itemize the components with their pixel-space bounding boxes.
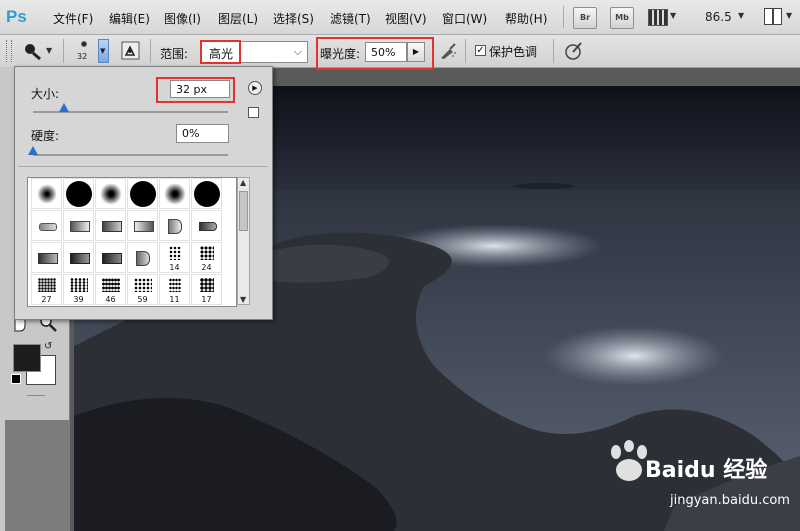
size-input[interactable]: 32 px [170, 80, 230, 98]
app-logo: Ps [6, 7, 27, 26]
brush-preset-tip[interactable] [127, 242, 158, 273]
brush-preset-soft-round[interactable] [95, 178, 126, 209]
hardness-label: 硬度: [31, 129, 60, 143]
foreground-color-swatch[interactable] [13, 344, 41, 372]
toolbox-empty-area [5, 420, 69, 531]
arrange-dropdown-icon[interactable]: ▼ [786, 11, 792, 20]
range-label: 范围: [160, 47, 189, 61]
chevron-down-icon: ⌵ [293, 45, 302, 58]
view-extras-icon[interactable] [648, 9, 668, 26]
brush-preset-hard-round[interactable] [63, 178, 94, 209]
size-slider-knob[interactable] [59, 103, 70, 112]
brush-preset-scatter[interactable]: 24 [191, 242, 222, 273]
menu-help[interactable]: 帮助(H) [505, 10, 547, 27]
watermark-url: jingyan.baidu.com [670, 493, 790, 508]
separator [465, 39, 466, 63]
menu-separator [563, 6, 564, 28]
menu-select[interactable]: 选择(S) [273, 10, 314, 27]
menu-bar: Ps 文件(F) 编辑(E) 图像(I) 图层(L) 选择(S) 滤镜(T) 视… [0, 0, 800, 35]
brush-preset-tip[interactable] [159, 210, 190, 241]
brush-preset-scatter[interactable]: 17 [191, 274, 222, 305]
brush-preset-hard-round[interactable] [127, 178, 158, 209]
tool-preset-dropdown-icon[interactable]: ▼ [46, 46, 52, 55]
zoom-level[interactable]: 86.5 [705, 10, 732, 24]
toolbox-separator [27, 395, 45, 396]
new-preset-icon[interactable] [248, 107, 259, 118]
range-value: 高光 [209, 47, 234, 61]
exposure-input[interactable]: 50% [365, 42, 407, 62]
bridge-button[interactable]: Br [573, 7, 597, 29]
watermark-brand: Baidu 经验 [645, 458, 768, 483]
brush-picker-toggle[interactable]: ▼ [98, 39, 109, 63]
brush-preset-scatter[interactable]: 14 [159, 242, 190, 273]
preset-scrollbar[interactable]: ▲ ▼ [237, 177, 250, 305]
panel-menu-icon[interactable]: ▶ [248, 81, 262, 95]
exposure-label: 曝光度: [320, 47, 361, 61]
exposure-slider-button[interactable]: ▶ [407, 42, 425, 62]
scroll-thumb[interactable] [239, 191, 248, 231]
brush-preset-hard-round[interactable] [191, 178, 222, 209]
protect-tones-label: 保护色调 [489, 45, 538, 59]
scroll-down-icon[interactable]: ▼ [240, 295, 246, 304]
pressure-size-icon[interactable] [563, 40, 585, 62]
brush-preset-tip[interactable] [95, 242, 126, 273]
swap-colors-icon[interactable]: ↺ [44, 341, 52, 352]
brush-preset-scatter[interactable]: 11 [159, 274, 190, 305]
brush-preset-tip[interactable] [63, 242, 94, 273]
brush-preset-tip[interactable] [31, 242, 62, 273]
size-label: 大小: [31, 87, 60, 101]
options-grip [6, 40, 12, 62]
menu-edit[interactable]: 编辑(E) [109, 10, 150, 27]
default-colors-icon[interactable] [11, 374, 21, 384]
hardness-slider-knob[interactable] [28, 146, 38, 155]
brush-preset-tip[interactable] [127, 210, 158, 241]
brush-size-label: 32 [77, 52, 88, 61]
airbrush-icon[interactable] [438, 41, 458, 61]
separator [150, 39, 151, 63]
brush-preset-picker: 大小: 32 px ▶ 硬度: 0% 14 24 27 39 46 59 11 [14, 66, 273, 320]
brush-panel-icon[interactable] [121, 41, 141, 61]
brush-preset-scatter[interactable]: 59 [127, 274, 158, 305]
brush-preset-soft-round[interactable] [31, 178, 62, 209]
zoom-dropdown-icon[interactable]: ▼ [738, 11, 744, 20]
menu-layer[interactable]: 图层(L) [218, 10, 258, 27]
brush-preset-scatter[interactable]: 39 [63, 274, 94, 305]
dodge-tool-icon[interactable] [22, 42, 46, 62]
brush-preset-grid: 14 24 27 39 46 59 11 17 [27, 177, 237, 307]
brush-preset-scatter[interactable]: 46 [95, 274, 126, 305]
brush-preset-tip[interactable] [191, 210, 222, 241]
menu-image[interactable]: 图像(I) [164, 10, 201, 27]
dropdown-arrow-icon[interactable]: ▼ [670, 11, 676, 20]
brush-preset-tip[interactable] [95, 210, 126, 241]
menu-filter[interactable]: 滤镜(T) [330, 10, 371, 27]
menu-window[interactable]: 窗口(W) [442, 10, 487, 27]
scroll-up-icon[interactable]: ▲ [240, 178, 246, 187]
hardness-input[interactable]: 0% [176, 124, 229, 143]
menu-file[interactable]: 文件(F) [53, 10, 93, 27]
brush-preview-icon [81, 41, 87, 47]
brush-preset-tip[interactable] [63, 210, 94, 241]
brush-preset-tip[interactable] [31, 210, 62, 241]
arrange-documents-icon[interactable] [764, 8, 782, 25]
panel-divider [18, 166, 268, 167]
separator [63, 39, 64, 63]
brush-preset-soft-round[interactable] [159, 178, 190, 209]
brush-preset-scatter[interactable]: 27 [31, 274, 62, 305]
protect-tones-checkbox[interactable]: ✓ [475, 45, 486, 56]
separator [553, 39, 554, 63]
hardness-slider-track[interactable] [33, 154, 228, 156]
menu-view[interactable]: 视图(V) [385, 10, 427, 27]
mini-bridge-button[interactable]: Mb [610, 7, 634, 29]
